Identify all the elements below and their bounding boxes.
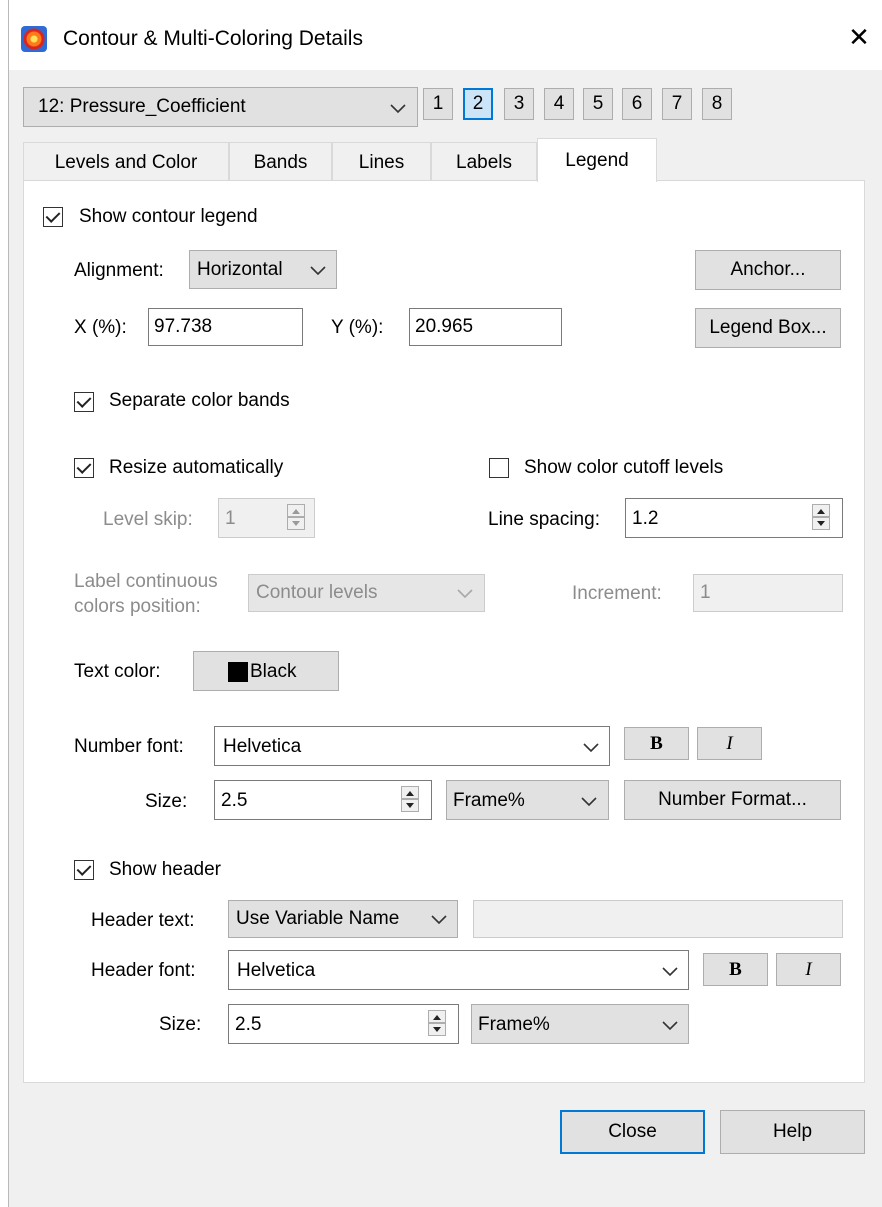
chevron-down-icon — [453, 581, 477, 605]
show-contour-legend-checkbox[interactable] — [43, 207, 63, 227]
level-skip-spinner-icon[interactable] — [287, 504, 305, 530]
group-button-6[interactable]: 6 — [622, 88, 652, 120]
chevron-down-icon — [306, 258, 330, 282]
x-percent-value: 97.738 — [154, 316, 213, 337]
number-font-value: Helvetica — [223, 736, 302, 757]
y-percent-value: 20.965 — [415, 316, 474, 337]
number-font-label: Number font: — [74, 736, 184, 757]
header-text-value: Use Variable Name — [236, 908, 400, 929]
separate-color-bands-checkbox[interactable] — [74, 392, 94, 412]
group-button-8[interactable]: 8 — [702, 88, 732, 120]
show-contour-legend-label: Show contour legend — [79, 206, 258, 227]
number-size-value: 2.5 — [221, 790, 248, 811]
x-percent-label: X (%): — [74, 317, 127, 338]
header-font-bold-button[interactable]: B — [703, 953, 768, 986]
legend-box-button[interactable]: Legend Box... — [695, 308, 841, 348]
header-size-spinner-icon[interactable] — [428, 1010, 446, 1036]
y-percent-label: Y (%): — [331, 317, 384, 338]
chevron-down-icon — [386, 96, 410, 120]
close-window-icon[interactable]: ✕ — [845, 22, 873, 52]
number-font-bold-button[interactable]: B — [624, 727, 689, 760]
show-color-cutoff-checkbox[interactable] — [489, 458, 509, 478]
number-font-select[interactable]: Helvetica — [214, 726, 610, 766]
header-text-select[interactable]: Use Variable Name — [228, 900, 458, 938]
alignment-value: Horizontal — [197, 259, 283, 280]
x-percent-input[interactable]: 97.738 — [148, 308, 303, 346]
group-button-4[interactable]: 4 — [544, 88, 574, 120]
header-font-select[interactable]: Helvetica — [228, 950, 689, 990]
line-spacing-spinner-icon[interactable] — [812, 504, 830, 530]
chevron-down-icon — [427, 907, 451, 931]
variable-select[interactable]: 12: Pressure_Coefficient — [23, 87, 418, 127]
tab-labels[interactable]: Labels — [431, 142, 537, 182]
anchor-button[interactable]: Anchor... — [695, 250, 841, 290]
header-size-input[interactable]: 2.5 — [228, 1004, 459, 1044]
level-skip-label: Level skip: — [103, 509, 193, 530]
app-icon — [21, 26, 47, 52]
header-custom-text-input[interactable] — [473, 900, 843, 938]
tab-levels-and-color[interactable]: Levels and Color — [23, 142, 229, 182]
alignment-select[interactable]: Horizontal — [189, 250, 337, 289]
chevron-down-icon — [658, 959, 682, 983]
alignment-label: Alignment: — [74, 260, 164, 281]
y-percent-input[interactable]: 20.965 — [409, 308, 562, 346]
line-spacing-input[interactable]: 1.2 — [625, 498, 843, 538]
header-size-units-value: Frame% — [478, 1014, 550, 1035]
separate-color-bands-label: Separate color bands — [109, 390, 290, 411]
show-header-checkbox[interactable] — [74, 860, 94, 880]
increment-input[interactable]: 1 — [693, 574, 843, 612]
tab-lines[interactable]: Lines — [332, 142, 431, 182]
header-font-label: Header font: — [91, 960, 196, 981]
resize-automatically-label: Resize automatically — [109, 457, 284, 478]
group-button-5[interactable]: 5 — [583, 88, 613, 120]
header-text-label: Header text: — [91, 910, 195, 931]
show-header-label: Show header — [109, 859, 221, 880]
label-continuous-value: Contour levels — [256, 582, 378, 603]
header-size-value: 2.5 — [235, 1014, 262, 1035]
help-button[interactable]: Help — [720, 1110, 865, 1154]
show-color-cutoff-label: Show color cutoff levels — [524, 457, 724, 478]
header-font-italic-button[interactable]: I — [776, 953, 841, 986]
label-continuous-label-line1: Label continuous — [74, 571, 218, 592]
tab-legend[interactable]: Legend — [537, 138, 657, 182]
window-title: Contour & Multi-Coloring Details — [63, 27, 363, 50]
group-button-2[interactable]: 2 — [463, 88, 493, 120]
number-format-button[interactable]: Number Format... — [624, 780, 841, 820]
text-color-label: Text color: — [74, 661, 161, 682]
number-size-input[interactable]: 2.5 — [214, 780, 432, 820]
number-size-spinner-icon[interactable] — [401, 786, 419, 812]
number-size-units-value: Frame% — [453, 790, 525, 811]
resize-automatically-checkbox[interactable] — [74, 458, 94, 478]
window-top-border — [0, 0, 882, 8]
line-spacing-label: Line spacing: — [488, 509, 600, 530]
label-continuous-label-line2: colors position: — [74, 596, 201, 617]
increment-label: Increment: — [572, 583, 662, 604]
color-swatch — [228, 662, 248, 682]
variable-select-value: 12: Pressure_Coefficient — [38, 96, 246, 117]
header-size-label: Size: — [159, 1014, 202, 1035]
close-button[interactable]: Close — [560, 1110, 705, 1154]
line-spacing-value: 1.2 — [632, 508, 659, 529]
text-color-button[interactable]: Black — [193, 651, 339, 691]
header-size-units-select[interactable]: Frame% — [471, 1004, 689, 1044]
increment-value: 1 — [700, 582, 711, 603]
number-size-label: Size: — [145, 791, 188, 812]
label-continuous-select[interactable]: Contour levels — [248, 574, 485, 612]
tab-bands[interactable]: Bands — [229, 142, 332, 182]
number-font-italic-button[interactable]: I — [697, 727, 762, 760]
chevron-down-icon — [577, 789, 601, 813]
chevron-down-icon — [579, 735, 603, 759]
header-font-value: Helvetica — [237, 960, 316, 981]
group-button-1[interactable]: 1 — [423, 88, 453, 120]
chevron-down-icon — [658, 1013, 682, 1037]
window-left-border — [0, 0, 9, 1207]
group-button-7[interactable]: 7 — [662, 88, 692, 120]
number-size-units-select[interactable]: Frame% — [446, 780, 609, 820]
text-color-value: Black — [250, 661, 297, 682]
level-skip-value: 1 — [225, 508, 236, 529]
group-button-3[interactable]: 3 — [504, 88, 534, 120]
